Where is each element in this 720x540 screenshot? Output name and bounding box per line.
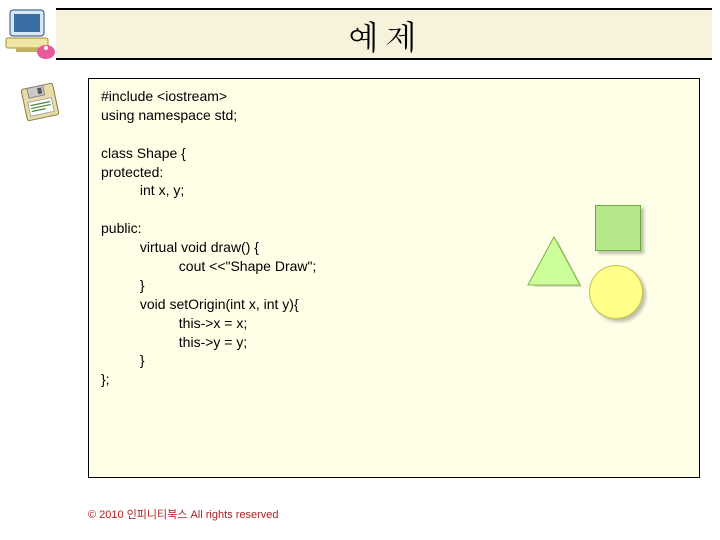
circle-shape [589,265,643,319]
page-title: 예제 [346,10,422,59]
square-shape [595,205,641,251]
copyright-footer: © 2010 인피니티북스 All rights reserved [88,506,279,522]
title-bar: 예제 [56,8,712,60]
code-block: #include <iostream> using namespace std;… [88,78,700,478]
slide-header: 예제 [0,0,720,70]
triangle-shape [525,235,583,289]
computer-icon [4,4,58,62]
floppy-disk-icon [16,78,64,126]
decorative-shapes [529,199,669,339]
